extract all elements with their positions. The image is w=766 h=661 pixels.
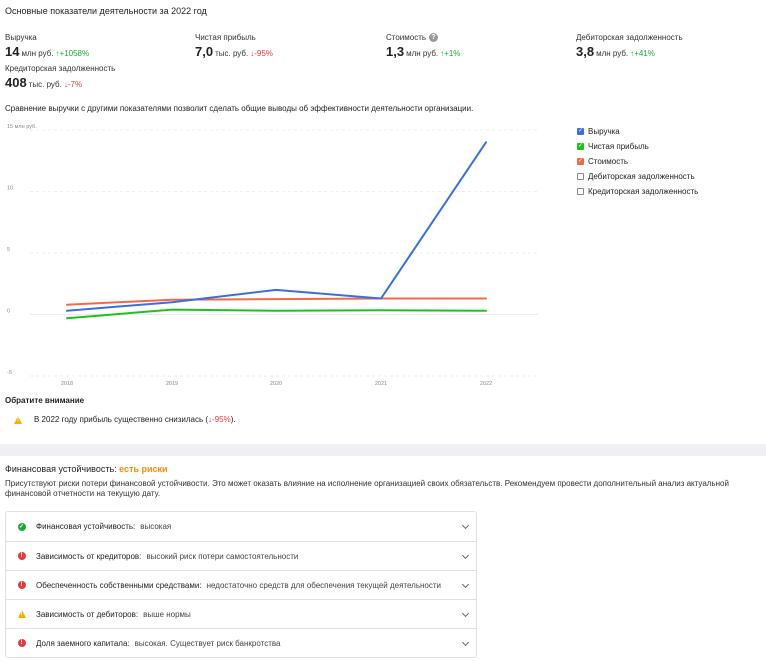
accordion-key: Финансовая устойчивость: xyxy=(36,522,136,531)
x-tick-label: 2020 xyxy=(270,381,282,387)
checkbox-icon[interactable] xyxy=(577,188,584,195)
kpi-unit: млн руб. xyxy=(21,49,54,58)
warning-icon xyxy=(17,610,26,618)
notice-highlight: ↓-95% xyxy=(208,415,231,424)
kpi-label: Выручка xyxy=(5,33,37,42)
kpi-value: 7,0 xyxy=(195,44,214,59)
kpi-unit: млн руб. xyxy=(406,49,439,59)
series-line-revenue xyxy=(66,141,487,312)
kpi-revenue: Выручка 14 млн руб. ↑+1058% xyxy=(5,33,89,59)
check-icon: ✓ xyxy=(17,522,26,531)
financial-title-label: Финансовая устойчивость: xyxy=(5,464,117,474)
legend-item-receivables[interactable]: Дебиторская задолженность xyxy=(577,169,698,184)
legend-item-cost[interactable]: ✓ Стоимость xyxy=(577,154,698,169)
kpi-value-cost: Стоимость? 1,3 млн руб. ↑+1% xyxy=(386,33,460,59)
kpi-change: ↑+1058% xyxy=(55,49,90,58)
kpi-payables: Кредиторская задолженность 408 тыс. руб. ↓… xyxy=(5,64,115,90)
y-tick-label: 0 xyxy=(7,309,10,315)
x-tick-label: 2019 xyxy=(166,381,178,387)
legend-label: Выручка xyxy=(588,127,620,136)
accordion-value: высокий риск потери самостоятельности xyxy=(146,551,299,561)
kpi-value: 408 xyxy=(5,75,27,90)
alert-icon: ! xyxy=(17,639,26,647)
y-tick-label: -5 xyxy=(7,370,12,376)
accordion-value: высокая. Существует риск банкротства xyxy=(134,638,281,648)
y-tick-label: 5 xyxy=(7,247,10,253)
financial-stability-title: Финансовая устойчивость: есть риски xyxy=(5,464,168,474)
checkbox-icon[interactable]: ✓ xyxy=(577,143,584,150)
kpi-label: Дебиторская задолженность xyxy=(576,33,683,42)
kpi-unit: тыс. руб. xyxy=(215,49,249,58)
chart-legend: ✓ Выручка ✓ Чистая прибыль ✓ Стоимость Деби… xyxy=(577,124,698,199)
checkbox-icon[interactable] xyxy=(577,173,584,180)
kpi-unit: тыс. руб. xyxy=(28,80,62,89)
kpi-receivables: Дебиторская задолженность 3,8 млн руб. ↑+4… xyxy=(576,33,683,59)
checkbox-icon[interactable]: ✓ xyxy=(577,158,584,165)
accordion-key: Зависимость от дебиторов: xyxy=(36,609,139,619)
kpi-label: Стоимость xyxy=(386,33,427,42)
risk-badge: есть риски xyxy=(119,464,168,474)
financial-accordion: ✓ Финансовая устойчивость: высокая ! Зави… xyxy=(5,511,477,658)
page-title: Основные показатели деятельности за 2022… xyxy=(5,6,207,16)
accordion-value: выше нормы xyxy=(143,609,191,619)
section-divider xyxy=(0,444,766,456)
kpi-value: 3,8 xyxy=(576,44,595,59)
kpi-change: ↑+1% xyxy=(440,49,461,59)
chevron-down-icon[interactable] xyxy=(461,551,470,560)
x-tick-label: 2018 xyxy=(61,381,73,387)
accordion-key: Обеспеченность собственными средствами: xyxy=(36,580,202,590)
accordion-item-own-funds[interactable]: ! Обеспеченность собственными средствами… xyxy=(6,570,476,599)
alert-icon: ! xyxy=(17,581,26,589)
accordion-item-creditors[interactable]: ! Зависимость от кредиторов: высокий риск… xyxy=(6,541,476,570)
chevron-down-icon[interactable] xyxy=(461,580,470,589)
notice-title: Обратите внимание xyxy=(5,396,85,405)
legend-label: Чистая прибыль xyxy=(588,142,649,151)
comparison-description: Сравнение выручки с другими показателями… xyxy=(5,104,474,113)
chevron-down-icon[interactable] xyxy=(461,638,470,647)
legend-label: Дебиторская задолженность xyxy=(588,172,695,181)
warning-icon xyxy=(14,415,22,424)
legend-label: Стоимость xyxy=(588,157,629,166)
accordion-item-debtors[interactable]: Зависимость от дебиторов: выше нормы xyxy=(6,599,476,628)
series-line-cost xyxy=(66,297,487,306)
kpi-unit: млн руб. xyxy=(596,49,629,58)
accordion-item-borrowed-capital[interactable]: ! Доля заемного капитала: высокая. Сущест… xyxy=(6,628,476,657)
accordion-item-stability[interactable]: ✓ Финансовая устойчивость: высокая xyxy=(6,512,476,541)
alert-icon: ! xyxy=(17,552,26,560)
x-tick-label: 2021 xyxy=(375,381,387,387)
kpi-label: Кредиторская задолженность xyxy=(5,64,116,73)
checkbox-icon[interactable]: ✓ xyxy=(577,128,584,135)
kpi-net-profit: Чистая прибыль 7,0 тыс. руб. ↓-95% xyxy=(195,33,273,59)
x-tick-label: 2022 xyxy=(480,381,492,387)
kpi-change: ↑+41% xyxy=(630,49,655,58)
notice-text-end: ). xyxy=(230,415,236,424)
accordion-value: недостаточно средств для обеспечения тек… xyxy=(206,580,442,590)
help-icon[interactable]: ? xyxy=(429,33,439,43)
y-tick-label: 10 xyxy=(7,186,13,192)
legend-label: Кредиторская задолженность xyxy=(588,187,699,196)
notice-row: В 2022 году прибыль существенно снизилас… xyxy=(14,415,236,424)
legend-item-net-profit[interactable]: ✓ Чистая прибыль xyxy=(577,139,698,154)
kpi-change: ↓-7% xyxy=(63,80,83,89)
y-axis-label: 15 млн руб. xyxy=(7,124,37,130)
legend-item-payables[interactable]: Кредиторская задолженность xyxy=(577,184,698,199)
chevron-down-icon[interactable] xyxy=(461,609,470,618)
revenue-line-chart: 15 млн руб. 10 5 0 -5 2018 2019 2020 2021 2022 xyxy=(7,124,538,387)
series-line-net-profit xyxy=(66,308,487,320)
financial-description: Присутствуют риски потери финансовой уст… xyxy=(5,479,729,498)
kpi-label: Чистая прибыль xyxy=(195,33,256,42)
kpi-change: ↓-95% xyxy=(250,49,273,58)
legend-item-revenue[interactable]: ✓ Выручка xyxy=(577,124,698,139)
accordion-key: Зависимость от кредиторов: xyxy=(36,551,142,561)
accordion-value: высокая xyxy=(140,522,172,531)
kpi-value: 1,3 xyxy=(386,44,405,60)
notice-text: В 2022 году прибыль существенно снизилас… xyxy=(34,415,209,424)
accordion-key: Доля заемного капитала: xyxy=(36,638,130,648)
chevron-down-icon[interactable] xyxy=(461,521,470,530)
kpi-value: 14 xyxy=(5,44,20,59)
